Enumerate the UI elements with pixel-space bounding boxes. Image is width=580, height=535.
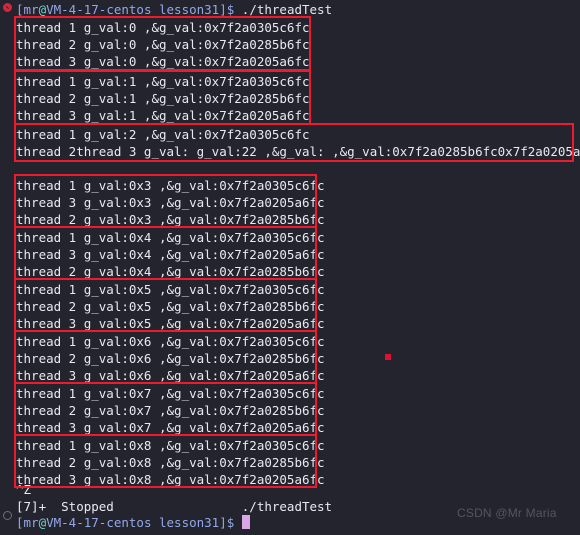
output-line: thread 2thread 3 g_val: g_val:22 ,&g_val… xyxy=(16,144,580,159)
output-line: thread 2 g_val:0x7 ,&g_val:0x7f2a0285b6f… xyxy=(16,403,325,418)
output-line: thread 3 g_val:0x8 ,&g_val:0x7f2a0205a6f… xyxy=(16,472,325,487)
output-line: thread 3 g_val:0 ,&g_val:0x7f2a0205a6fc xyxy=(16,54,310,69)
prompt-at-symbol: @ xyxy=(38,515,47,530)
prompt-at-symbol: @ xyxy=(38,2,47,17)
error-marker-icon xyxy=(3,3,12,12)
output-line: thread 2 g_val:0x4 ,&g_val:0x7f2a0285b6f… xyxy=(16,264,325,279)
output-line: thread 3 g_val:1 ,&g_val:0x7f2a0205a6fc xyxy=(16,108,310,123)
suspend-signal-line: ^Z xyxy=(16,482,32,497)
terminal-window: [mr@VM-4-17-centos lesson31]$ ./threadTe… xyxy=(0,0,580,535)
output-line: thread 2 g_val:1 ,&g_val:0x7f2a0285b6fc xyxy=(16,91,310,106)
prompt-marker-icon xyxy=(3,511,12,520)
output-line: thread 2 g_val:0x6 ,&g_val:0x7f2a0285b6f… xyxy=(16,351,325,366)
output-line: thread 1 g_val:1 ,&g_val:0x7f2a0305c6fc xyxy=(16,74,310,89)
output-line: thread 1 g_val:0x7 ,&g_val:0x7f2a0305c6f… xyxy=(16,386,325,401)
prompt-line-top: [mr@VM-4-17-centos lesson31]$ ./threadTe… xyxy=(16,1,332,18)
annotation-dot xyxy=(385,354,391,360)
output-line: thread 1 g_val:0x4 ,&g_val:0x7f2a0305c6f… xyxy=(16,230,325,245)
output-line: thread 1 g_val:0x8 ,&g_val:0x7f2a0305c6f… xyxy=(16,438,325,453)
output-line: thread 3 g_val:0x3 ,&g_val:0x7f2a0205a6f… xyxy=(16,195,325,210)
output-line: thread 2 g_val:0x5 ,&g_val:0x7f2a0285b6f… xyxy=(16,299,325,314)
output-line: thread 3 g_val:0x5 ,&g_val:0x7f2a0205a6f… xyxy=(16,316,325,331)
prompt-line-bottom[interactable]: [mr@VM-4-17-centos lesson31]$ xyxy=(16,514,250,531)
job-status-line: [7]+ Stopped ./threadTest xyxy=(16,499,333,514)
prompt-host-path: VM-4-17-centos lesson31]$ xyxy=(46,2,235,17)
output-line: thread 1 g_val:0 ,&g_val:0x7f2a0305c6fc xyxy=(16,20,310,35)
prompt-user: [mr xyxy=(16,2,39,17)
output-line: thread 1 g_val:0x3 ,&g_val:0x7f2a0305c6f… xyxy=(16,178,325,193)
prompt-user: [mr xyxy=(16,515,39,530)
command-text: ./threadTest xyxy=(234,2,333,17)
output-line: thread 2 g_val:0x8 ,&g_val:0x7f2a0285b6f… xyxy=(16,455,325,470)
output-line: thread 1 g_val:2 ,&g_val:0x7f2a0305c6fc xyxy=(16,127,310,142)
text-cursor[interactable] xyxy=(241,515,250,529)
output-line: thread 3 g_val:0x6 ,&g_val:0x7f2a0205a6f… xyxy=(16,368,325,383)
watermark: CSDN @Mr Maria xyxy=(457,506,557,520)
prompt-host-path: VM-4-17-centos lesson31]$ xyxy=(46,515,235,530)
output-line: thread 3 g_val:0x4 ,&g_val:0x7f2a0205a6f… xyxy=(16,247,325,262)
output-line: thread 1 g_val:0x5 ,&g_val:0x7f2a0305c6f… xyxy=(16,282,325,297)
output-line: thread 2 g_val:0 ,&g_val:0x7f2a0285b6fc xyxy=(16,37,310,52)
output-line: thread 3 g_val:0x7 ,&g_val:0x7f2a0205a6f… xyxy=(16,420,325,435)
output-line: thread 2 g_val:0x3 ,&g_val:0x7f2a0285b6f… xyxy=(16,212,325,227)
output-line: thread 1 g_val:0x6 ,&g_val:0x7f2a0305c6f… xyxy=(16,334,325,349)
